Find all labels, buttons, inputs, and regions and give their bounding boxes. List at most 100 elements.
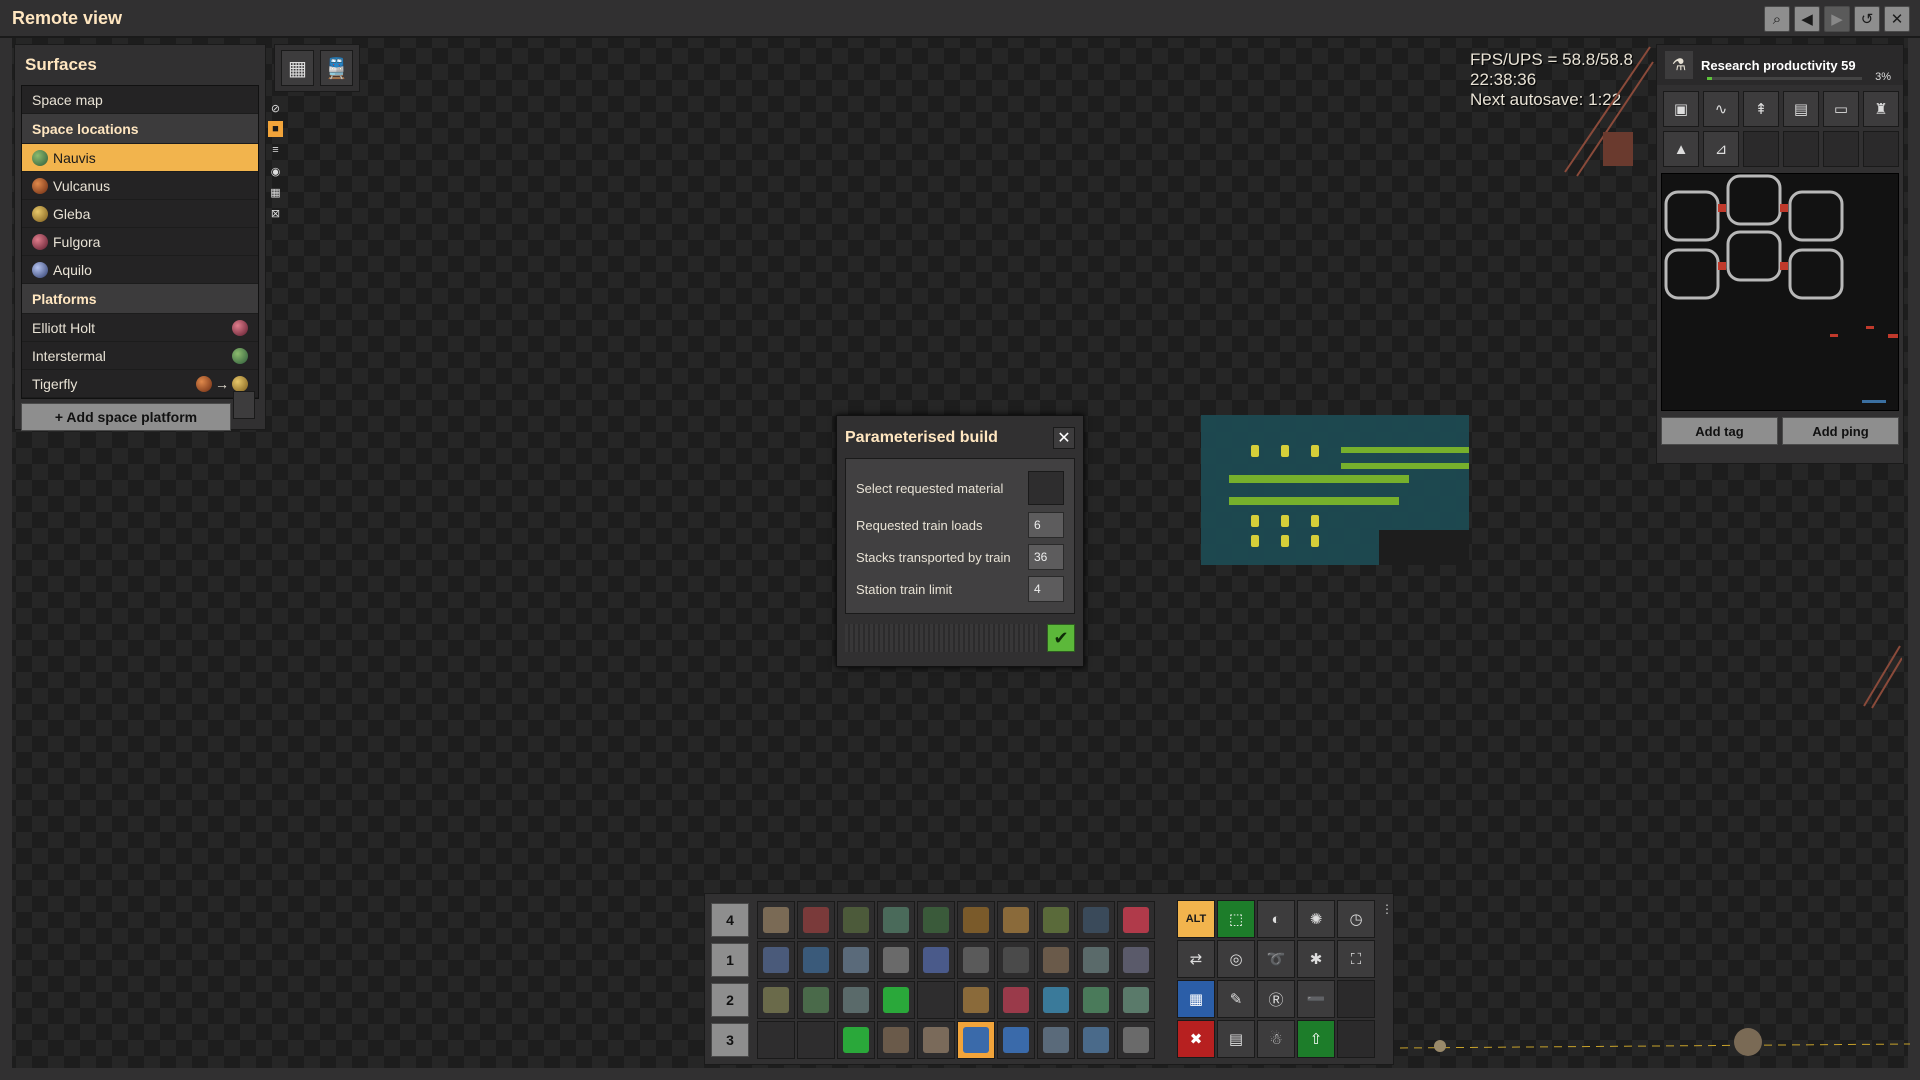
pipette-icon[interactable]: ◐	[1257, 900, 1295, 938]
quickbar-slot[interactable]	[1077, 981, 1115, 1019]
platform-item-interstermal[interactable]: Interstermal	[22, 342, 258, 370]
quickbar-slot[interactable]	[997, 901, 1035, 939]
quickbar-slot[interactable]	[997, 1021, 1035, 1059]
quickbar-slot[interactable]	[757, 981, 795, 1019]
quickbar-slot[interactable]	[917, 981, 955, 1019]
location-item-nauvis[interactable]: Nauvis	[22, 144, 258, 172]
quickbar-slot[interactable]	[797, 941, 835, 979]
armor-icon[interactable]: ◎	[1217, 940, 1255, 978]
deconstruction-planner-icon[interactable]: ✖	[1177, 1020, 1215, 1058]
remote-icon[interactable]: ➖	[1297, 980, 1335, 1018]
row-page-button[interactable]: 2	[711, 983, 749, 1017]
quickbar-slot[interactable]	[877, 941, 915, 979]
swap-icon[interactable]: ⇄	[1177, 940, 1215, 978]
bug-icon[interactable]: ✱	[1297, 940, 1335, 978]
technology-icon[interactable]: ▲	[1663, 131, 1699, 167]
quickbar-slot[interactable]	[757, 1021, 795, 1059]
stacks-per-train-input[interactable]: 36	[1028, 544, 1064, 570]
quickbar-slot[interactable]	[997, 941, 1035, 979]
list-icon[interactable]: ≡	[268, 142, 283, 158]
blueprint-library-icon[interactable]: ⊿	[1703, 131, 1739, 167]
space-map-item[interactable]: Space map	[22, 86, 258, 114]
quickbar-slot[interactable]	[1117, 941, 1155, 979]
quickbar-slot[interactable]	[957, 901, 995, 939]
timer-icon[interactable]: ◷	[1337, 900, 1375, 938]
quickbar-slot[interactable]	[797, 1021, 835, 1059]
train-icon[interactable]: 🚆	[320, 50, 353, 86]
row-page-button[interactable]: 1	[711, 943, 749, 977]
row-page-button[interactable]: 4	[711, 903, 749, 937]
quickbar-slot[interactable]	[957, 981, 995, 1019]
calculator-icon[interactable]: ▤	[1217, 1020, 1255, 1058]
trains-icon[interactable]: ▭	[1823, 91, 1859, 127]
location-item-vulcanus[interactable]: Vulcanus	[22, 172, 258, 200]
quickbar-slot[interactable]	[757, 901, 795, 939]
quickbar-slot[interactable]	[877, 901, 915, 939]
tag-icon[interactable]: ■	[268, 121, 283, 137]
search-icon[interactable]: ⌕	[1764, 6, 1790, 32]
add-ping-button[interactable]: Add ping	[1782, 417, 1899, 445]
quickbar-slot[interactable]	[997, 981, 1035, 1019]
robot-icon[interactable]: ☃	[1257, 1020, 1295, 1058]
map-icon[interactable]: ▣	[1663, 91, 1699, 127]
location-item-aquilo[interactable]: Aquilo	[22, 256, 258, 284]
blueprint-book-icon[interactable]: ▦	[1177, 980, 1215, 1018]
green-wire-icon[interactable]: ➰	[1257, 940, 1295, 978]
quickbar-slot-selected[interactable]	[957, 1021, 995, 1059]
quickbar-slot[interactable]	[837, 981, 875, 1019]
add-tag-button[interactable]: Add tag	[1661, 417, 1778, 445]
quickbar-slot[interactable]	[957, 941, 995, 979]
upgrade-planner-icon[interactable]: ⇧	[1297, 1020, 1335, 1058]
quickbar-slot[interactable]	[1077, 901, 1115, 939]
red-wire-icon[interactable]: Ⓡ	[1257, 980, 1295, 1018]
production-stats-icon[interactable]: ∿	[1703, 91, 1739, 127]
close-icon[interactable]: ✕	[1884, 6, 1910, 32]
close-icon[interactable]: ✕	[1053, 427, 1075, 449]
eye-icon[interactable]: ◉	[268, 163, 283, 179]
refresh-icon[interactable]: ↺	[1854, 6, 1880, 32]
spanner-icon[interactable]: ✎	[1217, 980, 1255, 1018]
row-page-button[interactable]: 3	[711, 1023, 749, 1057]
quickbar-slot[interactable]	[1037, 941, 1075, 979]
quickbar-slot[interactable]	[837, 901, 875, 939]
blueprint-select-icon[interactable]: ⬚	[1217, 900, 1255, 938]
quickbar-slot[interactable]	[837, 1021, 875, 1059]
dialog-drag-handle[interactable]	[845, 624, 1039, 652]
quickbar-slot[interactable]	[1037, 901, 1075, 939]
back-icon[interactable]: ◀	[1794, 6, 1820, 32]
quickbar-slot[interactable]	[1117, 981, 1155, 1019]
research-header[interactable]: ⚗ Research productivity 59 3%	[1657, 45, 1903, 85]
confirm-button[interactable]: ✔	[1047, 624, 1075, 652]
quickbar-slot[interactable]	[1117, 1021, 1155, 1059]
achievements-icon[interactable]: ♜	[1863, 91, 1899, 127]
quickbar-slot[interactable]	[1037, 1021, 1075, 1059]
platform-item-tigerfly[interactable]: Tigerfly →	[22, 370, 258, 398]
quickbar-slot[interactable]	[877, 1021, 915, 1059]
quickbar-slot[interactable]	[877, 981, 915, 1019]
quickbar-slot[interactable]	[797, 981, 835, 1019]
calculator-icon[interactable]: ▦	[281, 50, 314, 86]
grid-icon[interactable]: ▦	[268, 184, 283, 200]
factoriopedia-icon[interactable]: ▤	[1783, 91, 1819, 127]
requested-material-slot[interactable]	[1028, 471, 1064, 505]
quickbar-slot[interactable]	[917, 1021, 955, 1059]
selection-frame-icon[interactable]: ⛶	[1337, 940, 1375, 978]
alt-mode-toggle[interactable]: ALT	[1177, 900, 1215, 938]
train-limit-input[interactable]: 4	[1028, 576, 1064, 602]
quickbar-slot[interactable]	[917, 901, 955, 939]
quickbar-slot[interactable]	[1117, 901, 1155, 939]
add-space-platform-button[interactable]: + Add space platform	[21, 403, 231, 431]
platform-item-elliott-holt[interactable]: Elliott Holt	[22, 314, 258, 342]
quickbar-slot[interactable]	[917, 941, 955, 979]
quickbar-slot[interactable]	[797, 901, 835, 939]
more-options-icon[interactable]: ⋮	[1381, 902, 1393, 916]
train-loads-input[interactable]: 6	[1028, 512, 1064, 538]
minimap[interactable]	[1661, 173, 1899, 411]
quickbar-slot[interactable]	[837, 941, 875, 979]
no-entry-icon[interactable]: ⊘	[268, 100, 283, 116]
logistics-icon[interactable]: ⇞	[1743, 91, 1779, 127]
pollution-icon[interactable]: ⊠	[268, 205, 283, 221]
quickbar-slot[interactable]	[1077, 1021, 1115, 1059]
location-item-gleba[interactable]: Gleba	[22, 200, 258, 228]
quickbar-slot[interactable]	[1037, 981, 1075, 1019]
